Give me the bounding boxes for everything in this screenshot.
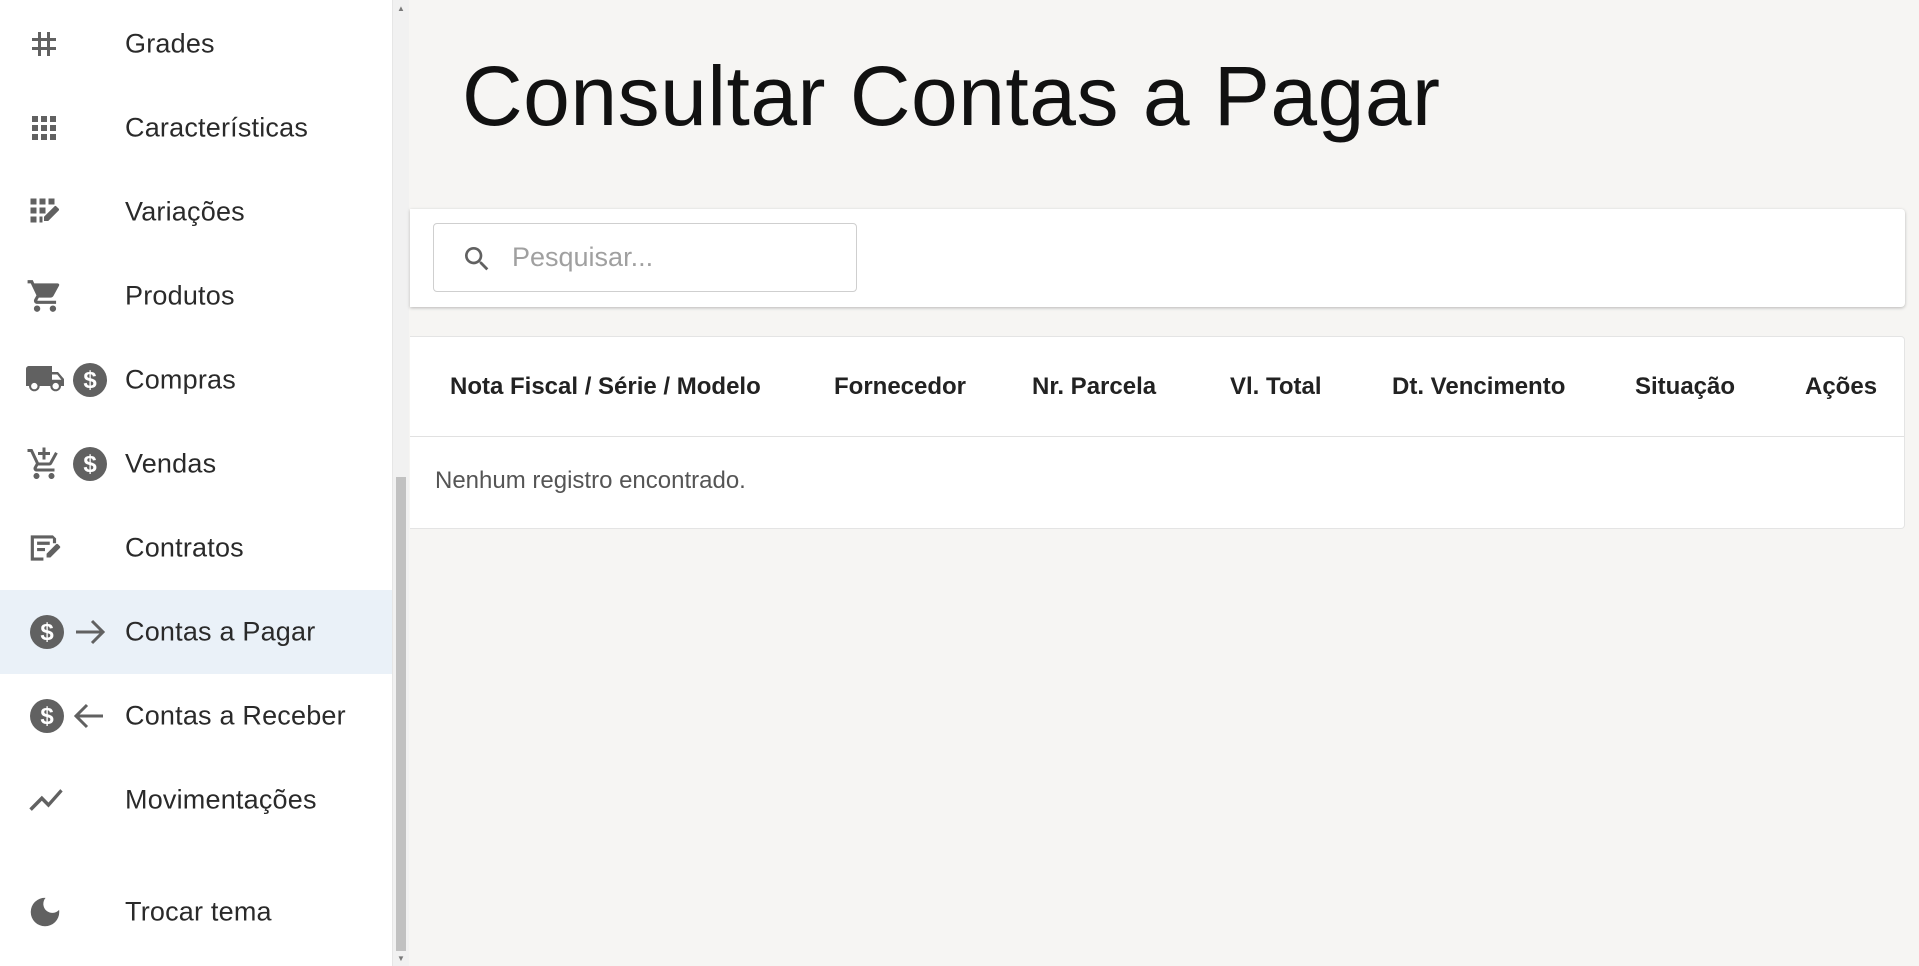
column-header-fornecedor[interactable]: Fornecedor: [834, 373, 966, 401]
column-header-dt-vencimento[interactable]: Dt. Vencimento: [1392, 373, 1565, 401]
sidebar-item-label: Compras: [125, 364, 236, 395]
trend-icon: [26, 778, 110, 822]
column-header-situacao[interactable]: Situação: [1635, 373, 1735, 401]
sidebar-item-variacoes[interactable]: Variações: [0, 170, 392, 254]
sidebar-item-label: Variações: [125, 196, 245, 227]
sidebar-item-compras[interactable]: $ Compras: [0, 338, 392, 422]
sidebar-item-movimentacoes[interactable]: Movimentações: [0, 758, 392, 842]
sidebar-item-contas-a-pagar[interactable]: $ Contas a Pagar: [0, 590, 392, 674]
column-header-nr-parcela[interactable]: Nr. Parcela: [1032, 373, 1156, 401]
sidebar-scrollbar[interactable]: ▲ ▼: [392, 0, 409, 966]
svg-text:$: $: [83, 451, 97, 478]
contract-icon: [26, 526, 110, 570]
search-icon: [461, 243, 493, 275]
column-header-nota-fiscal[interactable]: Nota Fiscal / Série / Modelo: [450, 373, 761, 401]
scroll-thumb[interactable]: [396, 477, 406, 951]
sidebar-item-label: Contratos: [125, 532, 244, 563]
hash-icon: [26, 22, 110, 66]
table-header: Nota Fiscal / Série / Modelo Fornecedor …: [410, 337, 1904, 437]
scroll-down-arrow-icon[interactable]: ▼: [393, 950, 409, 966]
search-input[interactable]: [512, 224, 842, 291]
sidebar-item-label: Características: [125, 112, 309, 143]
sidebar-item-label: Contas a Receber: [125, 700, 346, 731]
main-content: Consultar Contas a Pagar Nota Fiscal / S…: [410, 0, 1919, 966]
sidebar-item-caracteristicas[interactable]: Características: [0, 86, 392, 170]
sidebar-item-label: Movimentações: [125, 784, 317, 815]
theme-toggle[interactable]: Trocar tema: [0, 870, 392, 954]
dollar-arrow-left-icon: $: [26, 694, 110, 738]
theme-toggle-label: Trocar tema: [125, 896, 272, 927]
search-card: [410, 209, 1905, 307]
sidebar-item-contratos[interactable]: Contratos: [0, 506, 392, 590]
search-field[interactable]: [433, 223, 857, 292]
column-header-acoes: Ações: [1805, 372, 1878, 400]
sidebar-item-label: Contas a Pagar: [125, 616, 316, 647]
sidebar-item-label: Vendas: [125, 448, 217, 479]
svg-text:$: $: [83, 367, 97, 394]
cart-plus-dollar-icon: $: [26, 442, 110, 486]
dollar-arrow-right-icon: $: [26, 610, 110, 654]
svg-text:$: $: [40, 619, 54, 646]
results-table: Nota Fiscal / Série / Modelo Fornecedor …: [410, 336, 1905, 529]
cart-icon: [26, 274, 110, 318]
sidebar-item-label: Grades: [125, 28, 215, 59]
grid-edit-icon: [26, 190, 110, 234]
scroll-up-arrow-icon[interactable]: ▲: [393, 0, 409, 16]
sidebar-item-produtos[interactable]: Produtos: [0, 254, 392, 338]
sidebar-item-grades[interactable]: Grades: [0, 2, 392, 86]
grid-icon: [26, 106, 110, 150]
sidebar-item-contas-a-receber[interactable]: $ Contas a Receber: [0, 674, 392, 758]
empty-state-message: Nenhum registro encontrado.: [435, 467, 746, 494]
column-header-vl-total[interactable]: Vl. Total: [1230, 373, 1322, 401]
sidebar: Grades Características Variações Produto…: [0, 0, 392, 966]
sidebar-item-label: Produtos: [125, 280, 235, 311]
svg-text:$: $: [40, 703, 54, 730]
page-title: Consultar Contas a Pagar: [462, 49, 1441, 143]
moon-icon: [26, 890, 110, 934]
truck-dollar-icon: $: [26, 358, 110, 402]
sidebar-item-vendas[interactable]: $ Vendas: [0, 422, 392, 506]
